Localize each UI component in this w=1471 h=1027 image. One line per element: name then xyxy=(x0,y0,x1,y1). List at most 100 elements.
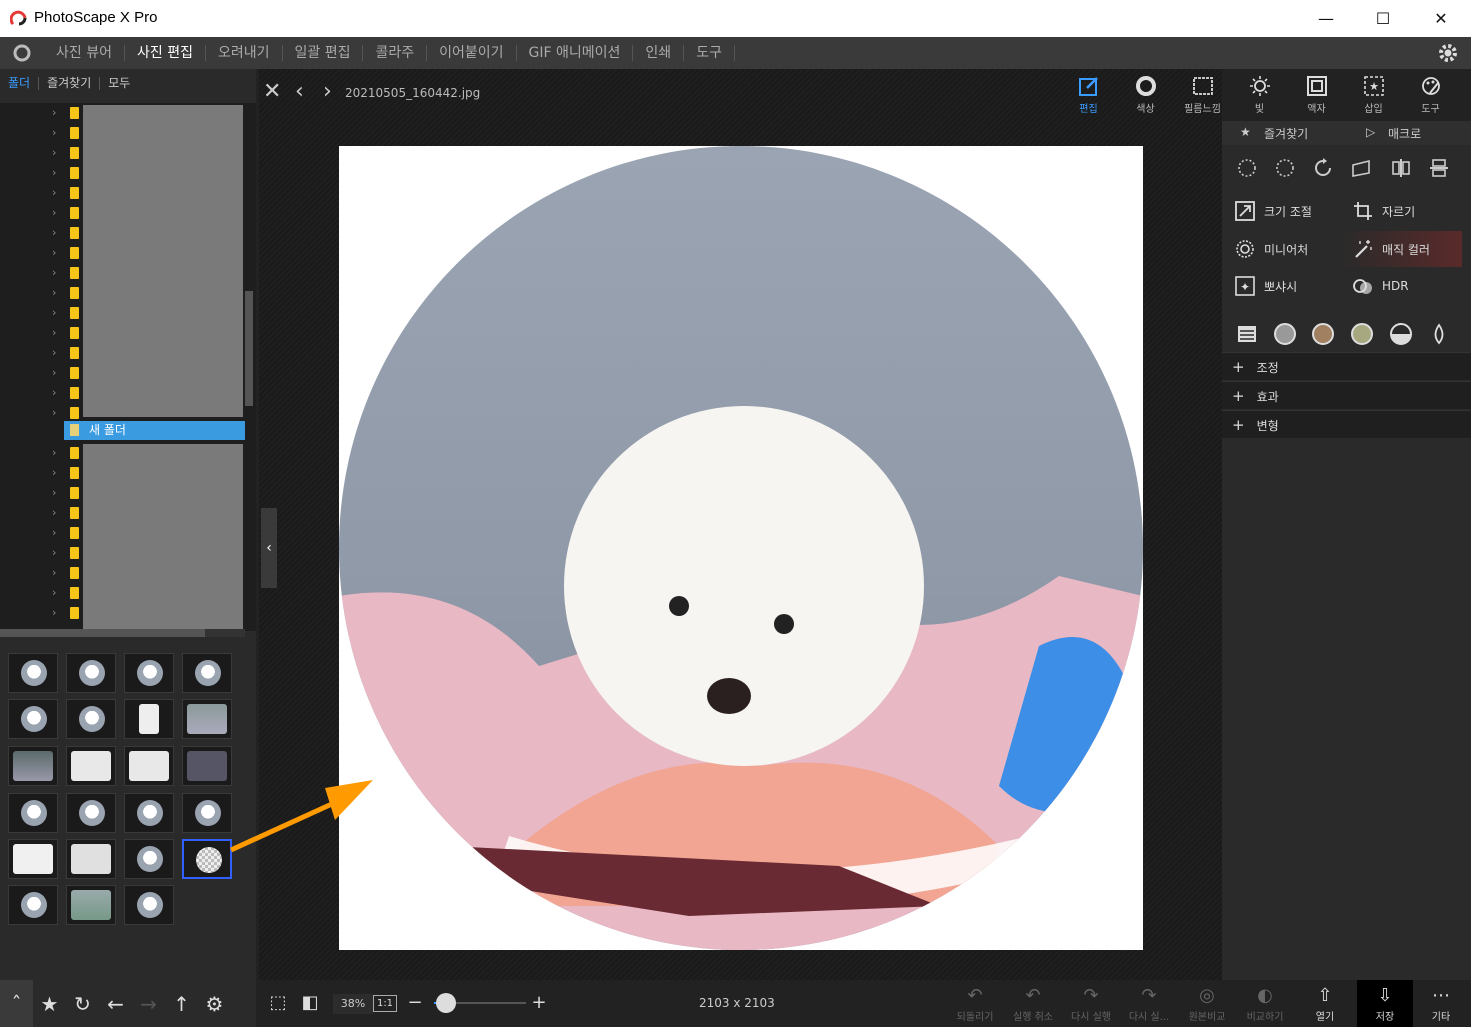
thumbnail[interactable] xyxy=(66,746,116,786)
hdr-button[interactable]: HDR xyxy=(1340,268,1453,304)
gear-icon[interactable]: ⚙ xyxy=(198,980,231,1027)
open-button[interactable]: ⇧ 열기 xyxy=(1299,980,1351,1027)
zoom-slider[interactable] xyxy=(434,993,526,1013)
filter-olive-icon[interactable] xyxy=(1349,321,1375,347)
menu-print[interactable]: 인쇄 xyxy=(633,45,685,61)
marquee-icon[interactable]: ⬚ xyxy=(265,980,291,1027)
filter-half-icon[interactable] xyxy=(1388,321,1414,347)
redo-button[interactable]: ↷ 다시 실행 xyxy=(1065,980,1117,1027)
thumbnail[interactable] xyxy=(124,839,174,879)
thumbnail[interactable] xyxy=(124,746,174,786)
flip-horizontal-icon[interactable] xyxy=(1388,155,1414,181)
zoom-in-icon[interactable]: + xyxy=(531,980,547,1027)
tab-light[interactable]: 빛 xyxy=(1231,69,1288,121)
magic-color-button[interactable]: 매직 컬러 xyxy=(1340,231,1462,267)
crop-button[interactable]: 자르기 xyxy=(1340,193,1453,229)
tab-folders[interactable]: 폴더 xyxy=(0,76,40,90)
section-transform[interactable]: + 변형 xyxy=(1222,410,1471,438)
undo-button[interactable]: ↶ 실행 취소 xyxy=(1007,980,1059,1027)
tab-all[interactable]: 모두 xyxy=(100,76,138,90)
thumbnail[interactable] xyxy=(66,699,116,739)
thumbnail[interactable] xyxy=(8,839,58,879)
next-image-icon[interactable]: › xyxy=(323,79,332,104)
more-button[interactable]: ⋯ 기타 xyxy=(1417,980,1465,1027)
up-arrow-icon[interactable]: ↑ xyxy=(165,980,198,1027)
thumbnail[interactable] xyxy=(8,885,58,925)
menu-photo-editor[interactable]: 사진 편집 xyxy=(125,45,206,61)
thumbnail[interactable] xyxy=(182,699,232,739)
flip-vertical-icon[interactable] xyxy=(1426,155,1452,181)
maximize-icon[interactable]: ☐ xyxy=(1354,0,1412,37)
miniature-button[interactable]: 미니어처 xyxy=(1222,231,1335,267)
thumbnail[interactable] xyxy=(124,653,174,693)
menu-logo-icon[interactable] xyxy=(0,37,44,69)
previous-image-icon[interactable]: ‹ xyxy=(295,79,304,104)
thumbnail[interactable] xyxy=(8,746,58,786)
straighten-icon[interactable] xyxy=(1348,155,1374,181)
bloom-button[interactable]: ✦ 뽀샤시 xyxy=(1222,268,1335,304)
filter-gray-icon[interactable] xyxy=(1272,321,1298,347)
chevron-up-icon[interactable]: ˆ xyxy=(0,980,33,1027)
revert-button[interactable]: ↶ 되돌리기 xyxy=(949,980,1001,1027)
tab-favorites[interactable]: 즐겨찾기 xyxy=(39,76,101,90)
list-icon[interactable] xyxy=(1234,321,1260,347)
menu-cut-out[interactable]: 오려내기 xyxy=(206,45,283,61)
menu-photo-viewer[interactable]: 사진 뷰어 xyxy=(44,45,125,61)
drop-icon[interactable] xyxy=(1426,321,1452,347)
collapse-left-panel-button[interactable]: ‹ xyxy=(261,508,277,588)
settings-gear-icon[interactable] xyxy=(1437,42,1459,64)
resize-button[interactable]: 크기 조절 xyxy=(1222,193,1335,229)
minimize-icon[interactable]: — xyxy=(1297,0,1355,37)
thumbnail[interactable] xyxy=(182,653,232,693)
actual-size-button[interactable]: 1:1 xyxy=(372,980,398,1027)
rotate-right-icon[interactable] xyxy=(1272,155,1298,181)
zoom-percent[interactable]: 38% xyxy=(333,994,373,1014)
section-effects[interactable]: + 효과 xyxy=(1222,381,1471,409)
zoom-slider-knob[interactable] xyxy=(436,993,456,1013)
redo-all-button[interactable]: ↷ 다시 실... xyxy=(1123,980,1175,1027)
rotate-icon[interactable] xyxy=(1310,155,1336,181)
back-arrow-icon[interactable]: ← xyxy=(99,980,132,1027)
compare-original-button[interactable]: ◎ 원본비교 xyxy=(1181,980,1233,1027)
forward-arrow-icon[interactable]: → xyxy=(132,980,165,1027)
scrollbar-thumb[interactable] xyxy=(0,629,205,637)
tab-frame[interactable]: 액자 xyxy=(1288,69,1345,121)
split-view-icon[interactable]: ◧ xyxy=(297,980,323,1027)
close-icon[interactable]: ✕ xyxy=(1412,0,1470,37)
scrollbar-thumb[interactable] xyxy=(245,291,253,406)
thumbnail[interactable] xyxy=(8,653,58,693)
menu-batch-edit[interactable]: 일괄 편집 xyxy=(283,45,364,61)
menu-gif-animation[interactable]: GIF 애니메이션 xyxy=(517,45,634,61)
rotate-left-icon[interactable] xyxy=(1234,155,1260,181)
edited-photo[interactable] xyxy=(339,146,1143,950)
thumbnail[interactable] xyxy=(124,885,174,925)
tree-vertical-scrollbar[interactable] xyxy=(245,103,253,631)
close-image-icon[interactable]: ✕ xyxy=(263,79,281,104)
save-button[interactable]: ⇩ 저장 xyxy=(1357,980,1413,1027)
refresh-icon[interactable]: ↻ xyxy=(66,980,99,1027)
thumbnail[interactable] xyxy=(124,699,174,739)
menu-collage[interactable]: 콜라주 xyxy=(363,45,428,61)
tab-color[interactable]: 색상 xyxy=(1117,69,1174,121)
filter-sepia-icon[interactable] xyxy=(1310,321,1336,347)
menu-tools[interactable]: 도구 xyxy=(684,45,735,61)
tab-tools[interactable]: 도구 xyxy=(1402,69,1459,121)
thumbnail[interactable] xyxy=(124,793,174,833)
favorites-button[interactable]: 즐겨찾기 xyxy=(1264,125,1308,142)
macro-button[interactable]: 매크로 xyxy=(1388,125,1421,142)
tab-film[interactable]: 필름느낌 xyxy=(1174,69,1231,121)
tree-row-selected[interactable]: 새 폴더 xyxy=(64,421,245,440)
thumbnail[interactable] xyxy=(66,885,116,925)
star-icon[interactable]: ★ xyxy=(33,980,66,1027)
zoom-out-icon[interactable]: − xyxy=(407,980,423,1027)
thumbnail[interactable] xyxy=(8,793,58,833)
thumbnail[interactable] xyxy=(66,839,116,879)
section-adjust[interactable]: + 조정 xyxy=(1222,352,1471,380)
thumbnail[interactable] xyxy=(66,653,116,693)
tab-insert[interactable]: ★ 삽입 xyxy=(1345,69,1402,121)
menu-combine[interactable]: 이어붙이기 xyxy=(427,45,517,61)
compare-button[interactable]: ◐ 비교하기 xyxy=(1239,980,1291,1027)
thumbnail[interactable] xyxy=(8,699,58,739)
thumbnail[interactable] xyxy=(66,793,116,833)
tab-edit[interactable]: 편집 xyxy=(1060,69,1117,121)
